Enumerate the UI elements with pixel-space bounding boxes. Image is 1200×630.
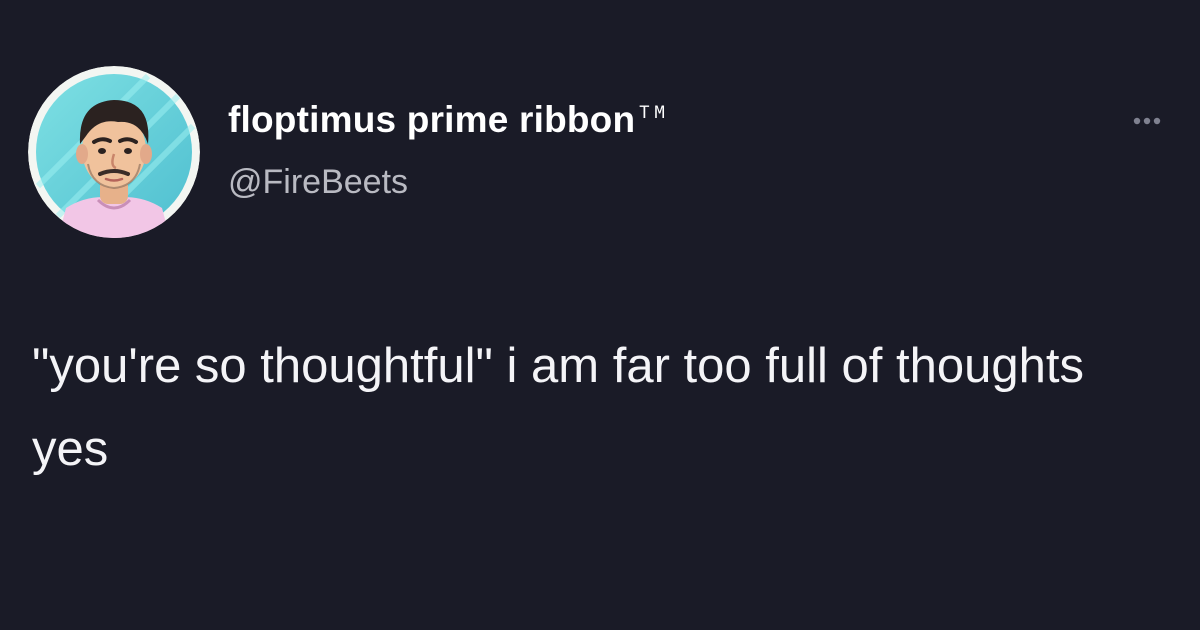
author-display-name-text: floptimus prime ribbon bbox=[228, 99, 636, 140]
avatar[interactable] bbox=[28, 66, 200, 238]
more-options-button[interactable] bbox=[1120, 106, 1170, 136]
ellipsis-icon bbox=[1133, 117, 1161, 125]
profile-avatar-icon bbox=[28, 66, 200, 238]
author-handle[interactable]: @FireBeets bbox=[228, 163, 408, 202]
trademark-suffix: TM bbox=[639, 103, 670, 123]
author-display-name[interactable]: floptimus prime ribbon TM bbox=[228, 99, 670, 141]
tweet-text: "you're so thoughtful" i am far too full… bbox=[32, 339, 1084, 476]
tweet-card: floptimus prime ribbon TM @FireBeets "you… bbox=[0, 0, 1200, 630]
